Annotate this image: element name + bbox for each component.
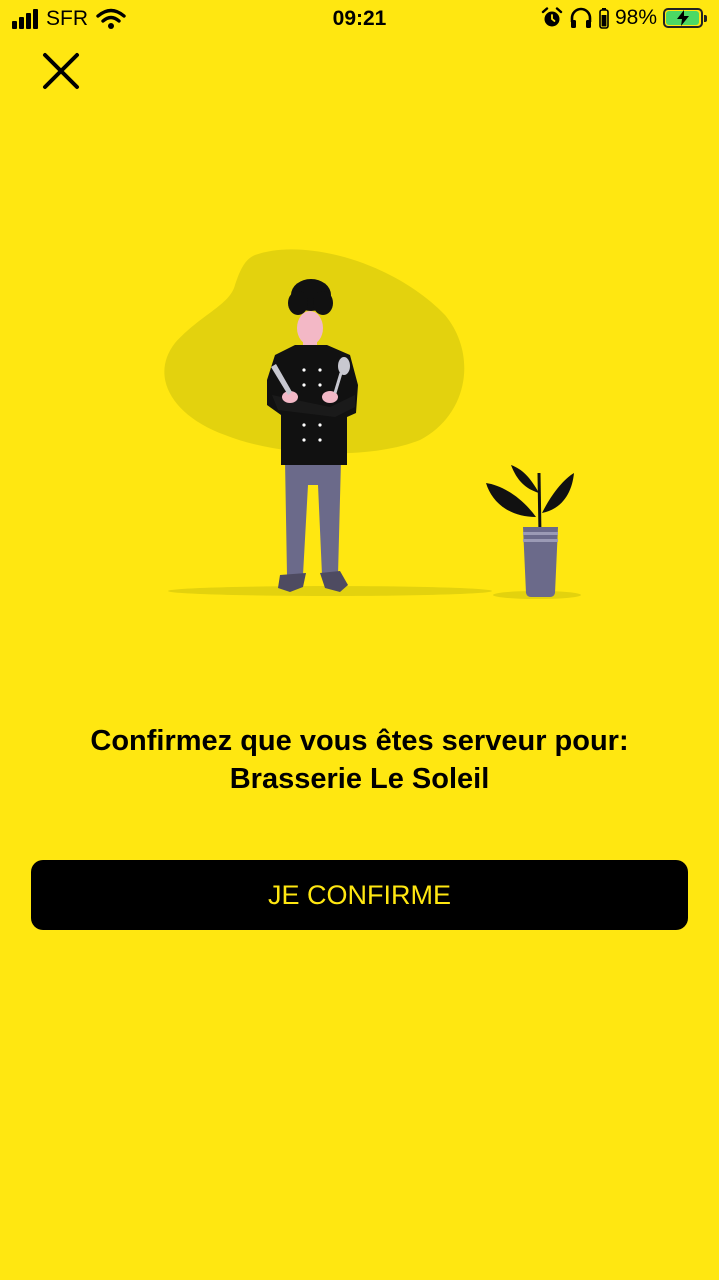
confirm-button[interactable]: JE CONFIRME (31, 860, 688, 930)
plant-icon (486, 465, 574, 597)
close-icon (43, 53, 79, 89)
battery-icon (663, 8, 707, 28)
battery-percent: 98% (614, 6, 657, 29)
confirmation-message: Confirmez que vous êtes serveur pour: Br… (0, 722, 719, 798)
headphones-icon (569, 7, 593, 29)
restaurant-name: Brasserie Le Soleil (229, 763, 490, 795)
message-line-1: Confirmez que vous êtes serveur pour: (90, 725, 629, 757)
status-right: 98% (541, 6, 707, 30)
close-button[interactable] (38, 48, 84, 94)
alarm-icon (541, 7, 563, 29)
status-bar: SFR 09:21 98% (0, 0, 719, 40)
headphone-battery-icon (599, 7, 609, 29)
spoon-icon (338, 357, 350, 375)
confirm-button-label: JE CONFIRME (267, 879, 451, 910)
chef-illustration (130, 245, 600, 615)
charging-bolt-icon (665, 10, 701, 26)
